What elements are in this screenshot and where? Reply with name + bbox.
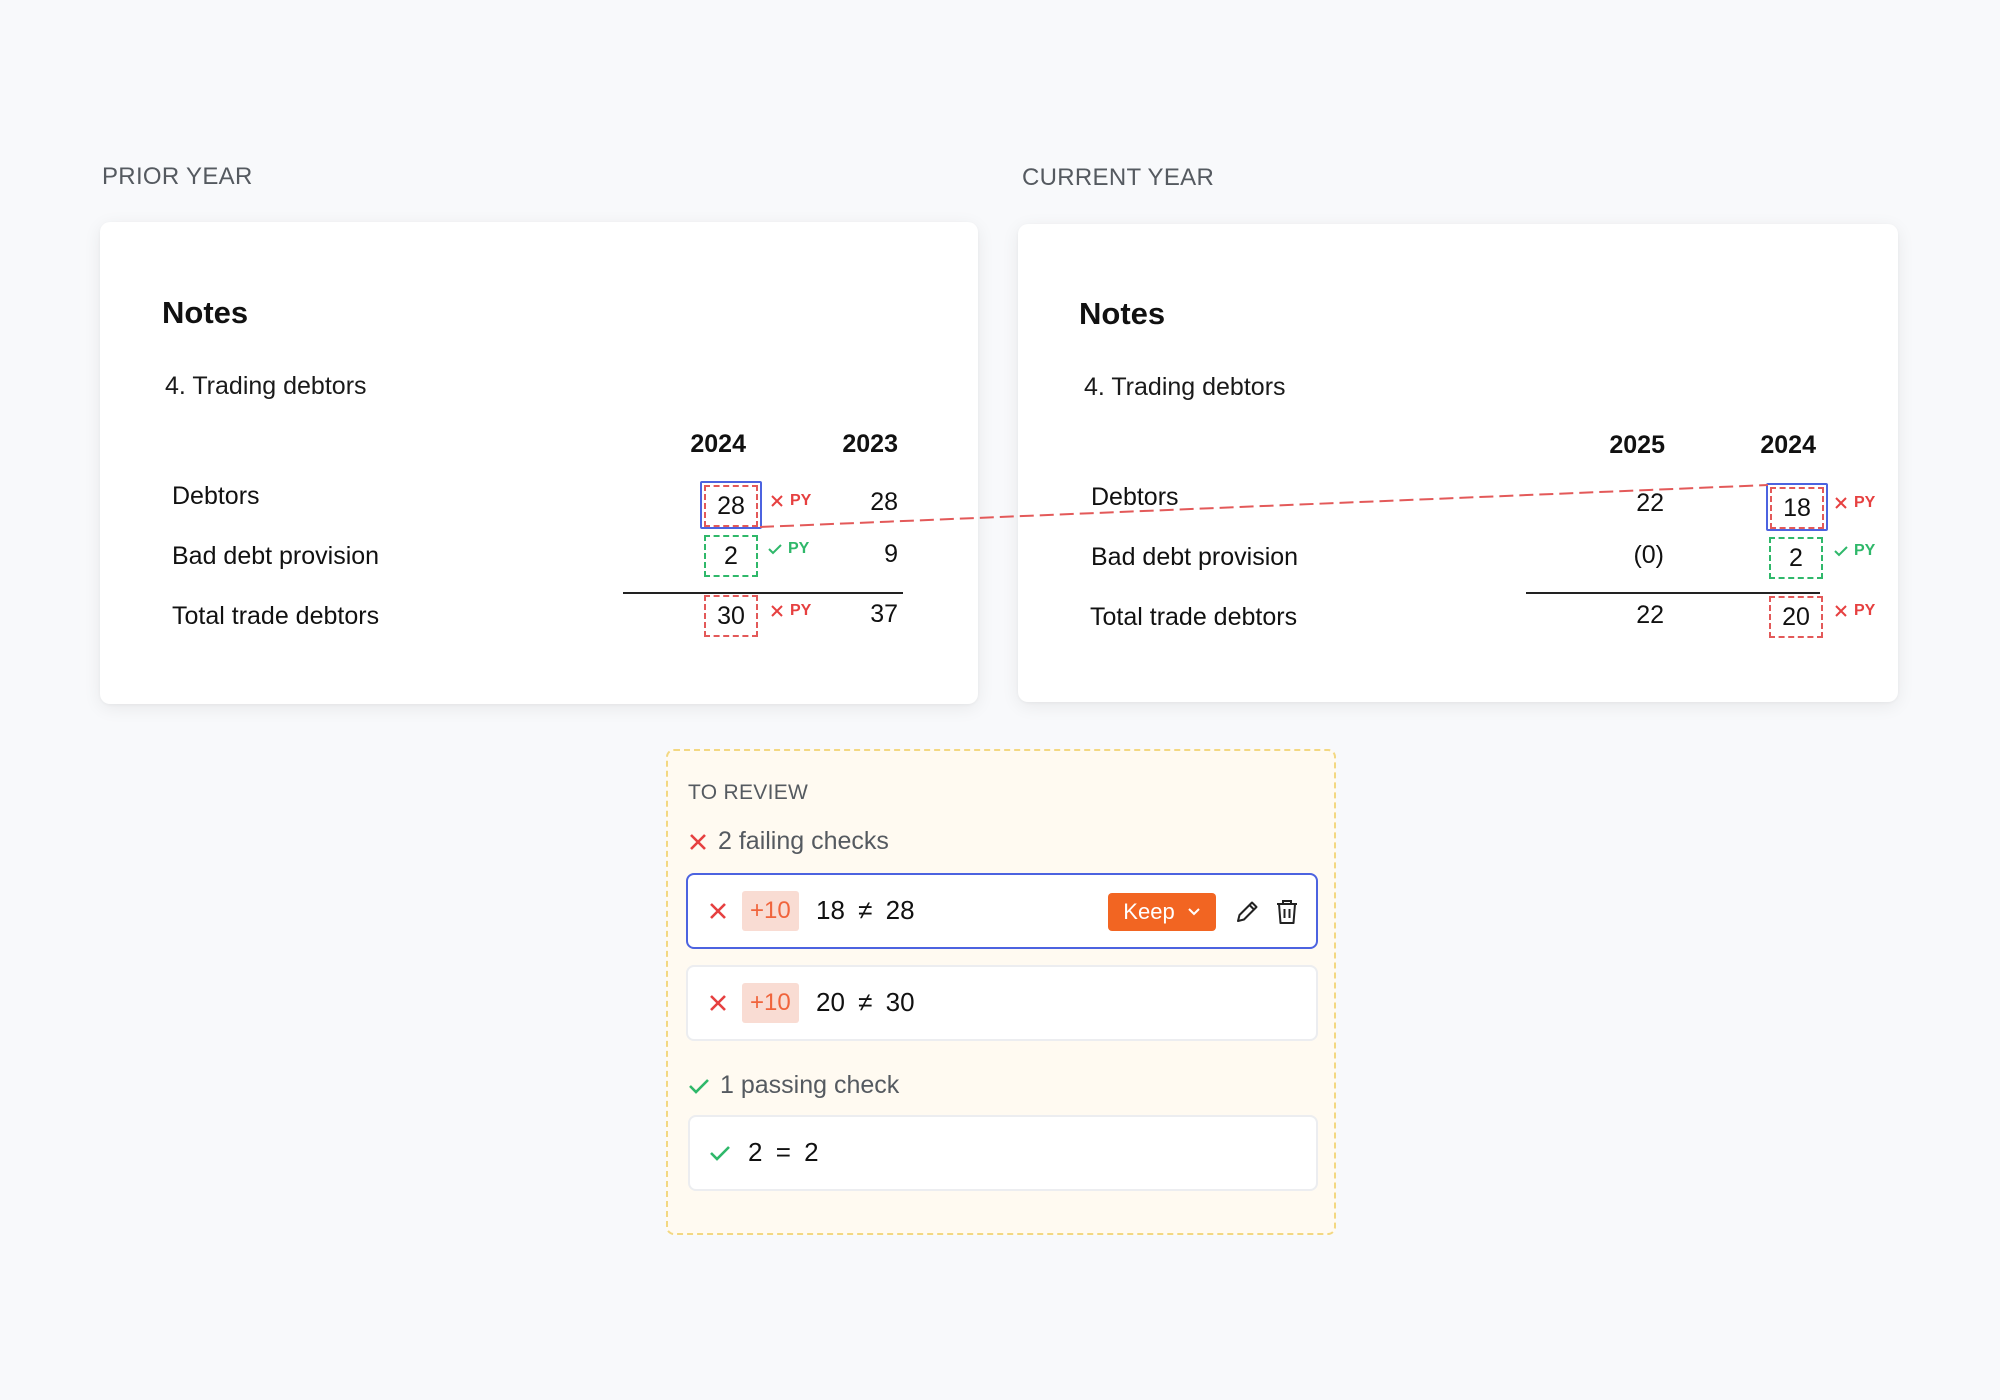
py-flag-label: PY — [1854, 542, 1876, 559]
py-fail-flag: PY — [1834, 494, 1875, 512]
check-right-value: 28 — [885, 895, 915, 925]
x-icon — [771, 495, 783, 507]
check-left-value: 2 — [748, 1137, 763, 1167]
x-icon — [690, 833, 706, 850]
py-fail-flag: PY — [1834, 602, 1875, 620]
notes-title: Notes — [1079, 296, 1166, 331]
debtors-2024-cell[interactable]: 28 — [704, 485, 758, 527]
check-icon — [1834, 546, 1848, 557]
check-right-value: 2 — [804, 1137, 819, 1167]
failing-checks-label: 2 failing checks — [718, 827, 889, 855]
check-left-value: 20 — [816, 987, 845, 1017]
column-header-2024: 2024 — [1760, 431, 1816, 459]
row-label-bad-debt-provision: Bad debt provision — [172, 542, 380, 570]
x-icon — [706, 991, 730, 1015]
debtors-2023-value: 28 — [870, 488, 898, 516]
prior-year-label: PRIOR YEAR — [102, 163, 253, 190]
row-label-debtors: Debtors — [172, 482, 260, 510]
chevron-down-icon — [1187, 908, 1200, 916]
debtors-2024-cell[interactable]: 18 — [1770, 487, 1824, 529]
py-flag-label: PY — [1854, 494, 1876, 511]
check-expression: 18 ≠ 28 — [816, 895, 915, 926]
check-right-value: 30 — [885, 987, 915, 1017]
total-2025-value: 22 — [1636, 601, 1664, 629]
prior-year-card: Notes 4. Trading debtors 2024 2023 Debto… — [100, 222, 978, 704]
row-label-bad-debt-provision: Bad debt provision — [1091, 543, 1299, 571]
py-pass-flag: PY — [1834, 542, 1875, 560]
failing-check-row[interactable]: +10 20 ≠ 30 — [686, 965, 1318, 1041]
note-heading: 4. Trading debtors — [1084, 373, 1286, 401]
delete-button[interactable] — [1270, 893, 1304, 931]
total-2024-cell[interactable]: 30 — [704, 595, 758, 637]
py-flag-label: PY — [1854, 602, 1876, 619]
total-2023-value: 37 — [870, 600, 898, 628]
note-heading: 4. Trading debtors — [165, 372, 367, 400]
keep-button-label: Keep — [1123, 899, 1175, 924]
review-title: TO REVIEW — [688, 781, 809, 804]
delta-badge: +10 — [742, 983, 799, 1023]
bad-debt-2024-cell[interactable]: 2 — [1769, 537, 1823, 579]
review-panel: TO REVIEW 2 failing checks +10 18 ≠ 28 K… — [666, 749, 1336, 1235]
passing-check-row[interactable]: 2 = 2 — [688, 1115, 1318, 1191]
check-left-value: 18 — [816, 895, 845, 925]
debtors-2025-value: 22 — [1636, 489, 1664, 517]
check-expression: 20 ≠ 30 — [816, 987, 915, 1018]
row-label-total-trade-debtors: Total trade debtors — [172, 602, 380, 630]
check-operator: ≠ — [858, 987, 873, 1017]
current-year-label: CURRENT YEAR — [1022, 164, 1215, 191]
x-icon — [706, 899, 730, 923]
column-header-2023: 2023 — [842, 430, 898, 458]
notes-title: Notes — [162, 295, 249, 330]
column-header-2024: 2024 — [690, 430, 746, 458]
current-year-card: Notes 4. Trading debtors 2025 2024 Debto… — [1018, 224, 1898, 702]
check-icon — [768, 544, 782, 555]
check-expression: 2 = 2 — [748, 1137, 819, 1168]
passing-checks-label: 1 passing check — [720, 1071, 900, 1099]
x-icon — [1835, 605, 1847, 617]
x-icon — [771, 605, 783, 617]
failing-check-row[interactable]: +10 18 ≠ 28 Keep — [686, 873, 1318, 949]
pencil-icon — [1237, 901, 1258, 922]
total-2024-cell[interactable]: 20 — [1769, 596, 1823, 638]
bad-debt-2023-value: 9 — [884, 540, 898, 568]
row-label-debtors: Debtors — [1091, 483, 1179, 511]
check-operator: ≠ — [858, 895, 873, 925]
total-rule — [623, 592, 903, 594]
keep-dropdown-button[interactable]: Keep — [1108, 893, 1216, 931]
x-icon — [1835, 497, 1847, 509]
passing-checks-header: 1 passing check — [688, 1071, 899, 1100]
check-icon — [708, 1141, 732, 1165]
failing-checks-header: 2 failing checks — [688, 827, 889, 856]
check-operator: = — [775, 1137, 791, 1167]
total-rule — [1526, 592, 1820, 594]
trash-icon — [1277, 900, 1297, 924]
delta-badge: +10 — [742, 891, 799, 931]
edit-button[interactable] — [1230, 893, 1264, 931]
column-header-2025: 2025 — [1609, 431, 1665, 459]
bad-debt-2025-value: (0) — [1633, 541, 1664, 569]
check-icon — [689, 1078, 709, 1094]
bad-debt-2024-cell[interactable]: 2 — [704, 535, 758, 577]
row-label-total-trade-debtors: Total trade debtors — [1090, 603, 1298, 631]
